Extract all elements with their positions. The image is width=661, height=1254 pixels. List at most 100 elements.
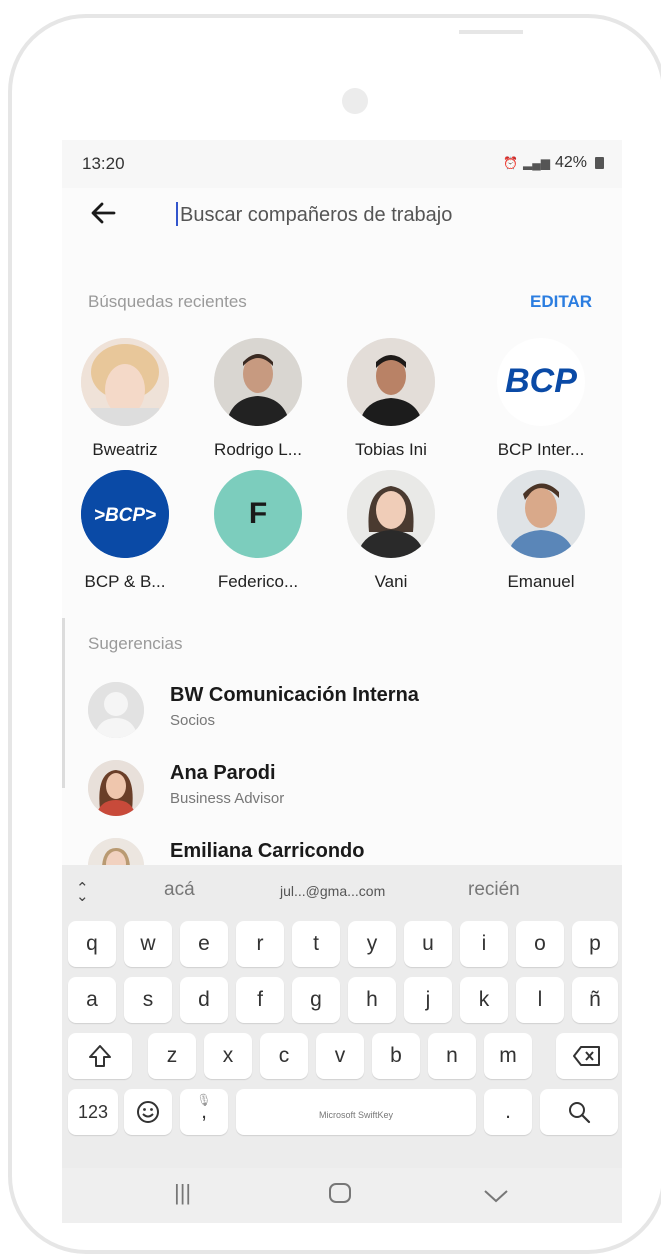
avatar bbox=[88, 760, 144, 816]
numbers-key[interactable]: 123 bbox=[68, 1089, 118, 1135]
emoji-icon bbox=[137, 1101, 159, 1124]
microphone-icon: 🎙 bbox=[196, 1093, 212, 1107]
key[interactable]: c bbox=[260, 1033, 308, 1079]
backspace-icon bbox=[573, 1046, 600, 1067]
key[interactable]: x bbox=[204, 1033, 252, 1079]
recent-item-label: Bweatriz bbox=[92, 440, 158, 459]
bcp-logo: BCP bbox=[497, 338, 585, 426]
keyboard-suggestion-bar: ⌃ ⌄ acá jul...@gma...com recién bbox=[62, 865, 622, 917]
back-arrow-icon[interactable] bbox=[88, 198, 124, 228]
suggestion-word[interactable]: acá bbox=[164, 879, 195, 901]
initial-avatar: F bbox=[214, 470, 302, 558]
recent-item-federico[interactable]: F Federico... bbox=[193, 470, 323, 592]
alarm-icon: ⏰ bbox=[503, 156, 518, 170]
recent-item-bcp-inter[interactable]: BCP BCP Inter... bbox=[476, 338, 606, 460]
suggestion-row[interactable]: Ana Parodi Business Advisor bbox=[86, 754, 606, 816]
recent-item-bweatriz[interactable]: Bweatriz bbox=[62, 338, 190, 460]
suggestion-subtitle: Business Advisor bbox=[170, 790, 285, 807]
recent-item-vani[interactable]: Vani bbox=[326, 470, 456, 592]
key[interactable]: a bbox=[68, 977, 116, 1023]
recent-item-emanuel[interactable]: Emanuel bbox=[476, 470, 606, 592]
key[interactable]: w bbox=[124, 921, 172, 967]
key[interactable]: l bbox=[516, 977, 564, 1023]
key[interactable]: s bbox=[124, 977, 172, 1023]
comma-key[interactable]: 🎙 , bbox=[180, 1089, 228, 1135]
emoji-key[interactable] bbox=[124, 1089, 172, 1135]
shift-icon bbox=[89, 1045, 111, 1068]
key[interactable]: k bbox=[460, 977, 508, 1023]
scroll-edge bbox=[62, 618, 65, 788]
recent-item-label: Vani bbox=[374, 572, 408, 591]
key[interactable]: r bbox=[236, 921, 284, 967]
key[interactable]: f bbox=[236, 977, 284, 1023]
space-key[interactable]: Microsoft SwiftKey bbox=[236, 1089, 476, 1135]
system-nav-bar: ||| bbox=[62, 1168, 622, 1223]
recent-apps-icon[interactable]: ||| bbox=[174, 1180, 191, 1206]
keyboard: ⌃ ⌄ acá jul...@gma...com recién q w e r t… bbox=[62, 865, 622, 1168]
key[interactable]: t bbox=[292, 921, 340, 967]
avatar-initial: F bbox=[248, 497, 268, 530]
search-input[interactable] bbox=[178, 198, 602, 232]
suggestion-subtitle: Socios bbox=[170, 712, 216, 729]
key[interactable]: u bbox=[404, 921, 452, 967]
status-icons: ⏰ ▂▄▆ 42% bbox=[503, 154, 604, 172]
key[interactable]: n bbox=[428, 1033, 476, 1079]
battery-percent: 42% bbox=[554, 154, 587, 171]
recent-item-label: Federico... bbox=[217, 572, 299, 591]
recent-item-rodrigo[interactable]: Rodrigo L... bbox=[193, 338, 323, 460]
key[interactable]: o bbox=[516, 921, 564, 967]
recent-item-label: Rodrigo L... bbox=[214, 440, 302, 459]
key[interactable]: y bbox=[348, 921, 396, 967]
bcp-logo: >BCP> bbox=[81, 470, 169, 558]
search-key[interactable] bbox=[540, 1089, 618, 1135]
key[interactable]: ñ bbox=[572, 977, 618, 1023]
suggestion-word[interactable]: jul...@gma...com bbox=[280, 883, 385, 899]
battery-icon bbox=[595, 157, 604, 169]
recent-searches-title: Búsquedas recientes bbox=[88, 292, 247, 311]
home-icon[interactable] bbox=[328, 1182, 352, 1210]
avatar bbox=[347, 470, 435, 558]
key[interactable]: j bbox=[404, 977, 452, 1023]
key[interactable]: g bbox=[292, 977, 340, 1023]
key[interactable]: h bbox=[348, 977, 396, 1023]
key[interactable]: q bbox=[68, 921, 116, 967]
key[interactable]: v bbox=[316, 1033, 364, 1079]
status-time: 13:20 bbox=[82, 154, 125, 173]
key[interactable]: d bbox=[180, 977, 228, 1023]
key[interactable]: e bbox=[180, 921, 228, 967]
suggestion-name: BW Comunicación Interna bbox=[170, 684, 419, 706]
recent-item-tobias[interactable]: Tobias Ini bbox=[326, 338, 456, 460]
key[interactable]: i bbox=[460, 921, 508, 967]
recent-item-bcp-b[interactable]: >BCP> BCP & B... bbox=[62, 470, 190, 592]
backspace-key[interactable] bbox=[556, 1033, 618, 1079]
recent-item-label: BCP & B... bbox=[84, 572, 166, 591]
avatar bbox=[88, 682, 144, 738]
key[interactable]: m bbox=[484, 1033, 532, 1079]
recent-item-label: Emanuel bbox=[507, 572, 575, 591]
suggestions-title: Sugerencias bbox=[88, 634, 183, 653]
search-bar bbox=[62, 188, 622, 240]
suggestion-word[interactable]: recién bbox=[468, 879, 520, 901]
camera-dot bbox=[342, 88, 368, 114]
bcp-logo-text: BCP bbox=[505, 362, 577, 400]
key[interactable]: b bbox=[372, 1033, 420, 1079]
recent-item-label: BCP Inter... bbox=[497, 440, 585, 459]
expand-toolbar-icon[interactable]: ⌃ ⌄ bbox=[76, 879, 89, 915]
suggestion-name: Ana Parodi bbox=[170, 762, 276, 784]
app-screen: 13:20 ⏰ ▂▄▆ 42% Búsquedas recientes EDIT… bbox=[62, 140, 622, 1223]
key[interactable]: z bbox=[148, 1033, 196, 1079]
period-key[interactable]: . bbox=[484, 1089, 532, 1135]
key[interactable]: p bbox=[572, 921, 618, 967]
status-bar: 13:20 ⏰ ▂▄▆ 42% bbox=[62, 140, 622, 188]
suggestion-row[interactable]: BW Comunicación Interna Socios bbox=[86, 676, 606, 738]
bcp-logo-text: >BCP> bbox=[94, 505, 156, 526]
avatar bbox=[347, 338, 435, 426]
shift-key[interactable] bbox=[68, 1033, 132, 1079]
avatar bbox=[497, 470, 585, 558]
avatar bbox=[214, 338, 302, 426]
edit-button[interactable]: EDITAR bbox=[530, 292, 592, 312]
recent-item-label: Tobias Ini bbox=[355, 440, 427, 459]
space-key-label: Microsoft SwiftKey bbox=[318, 1110, 394, 1120]
search-icon bbox=[569, 1102, 591, 1124]
hide-keyboard-icon[interactable] bbox=[482, 1184, 510, 1210]
